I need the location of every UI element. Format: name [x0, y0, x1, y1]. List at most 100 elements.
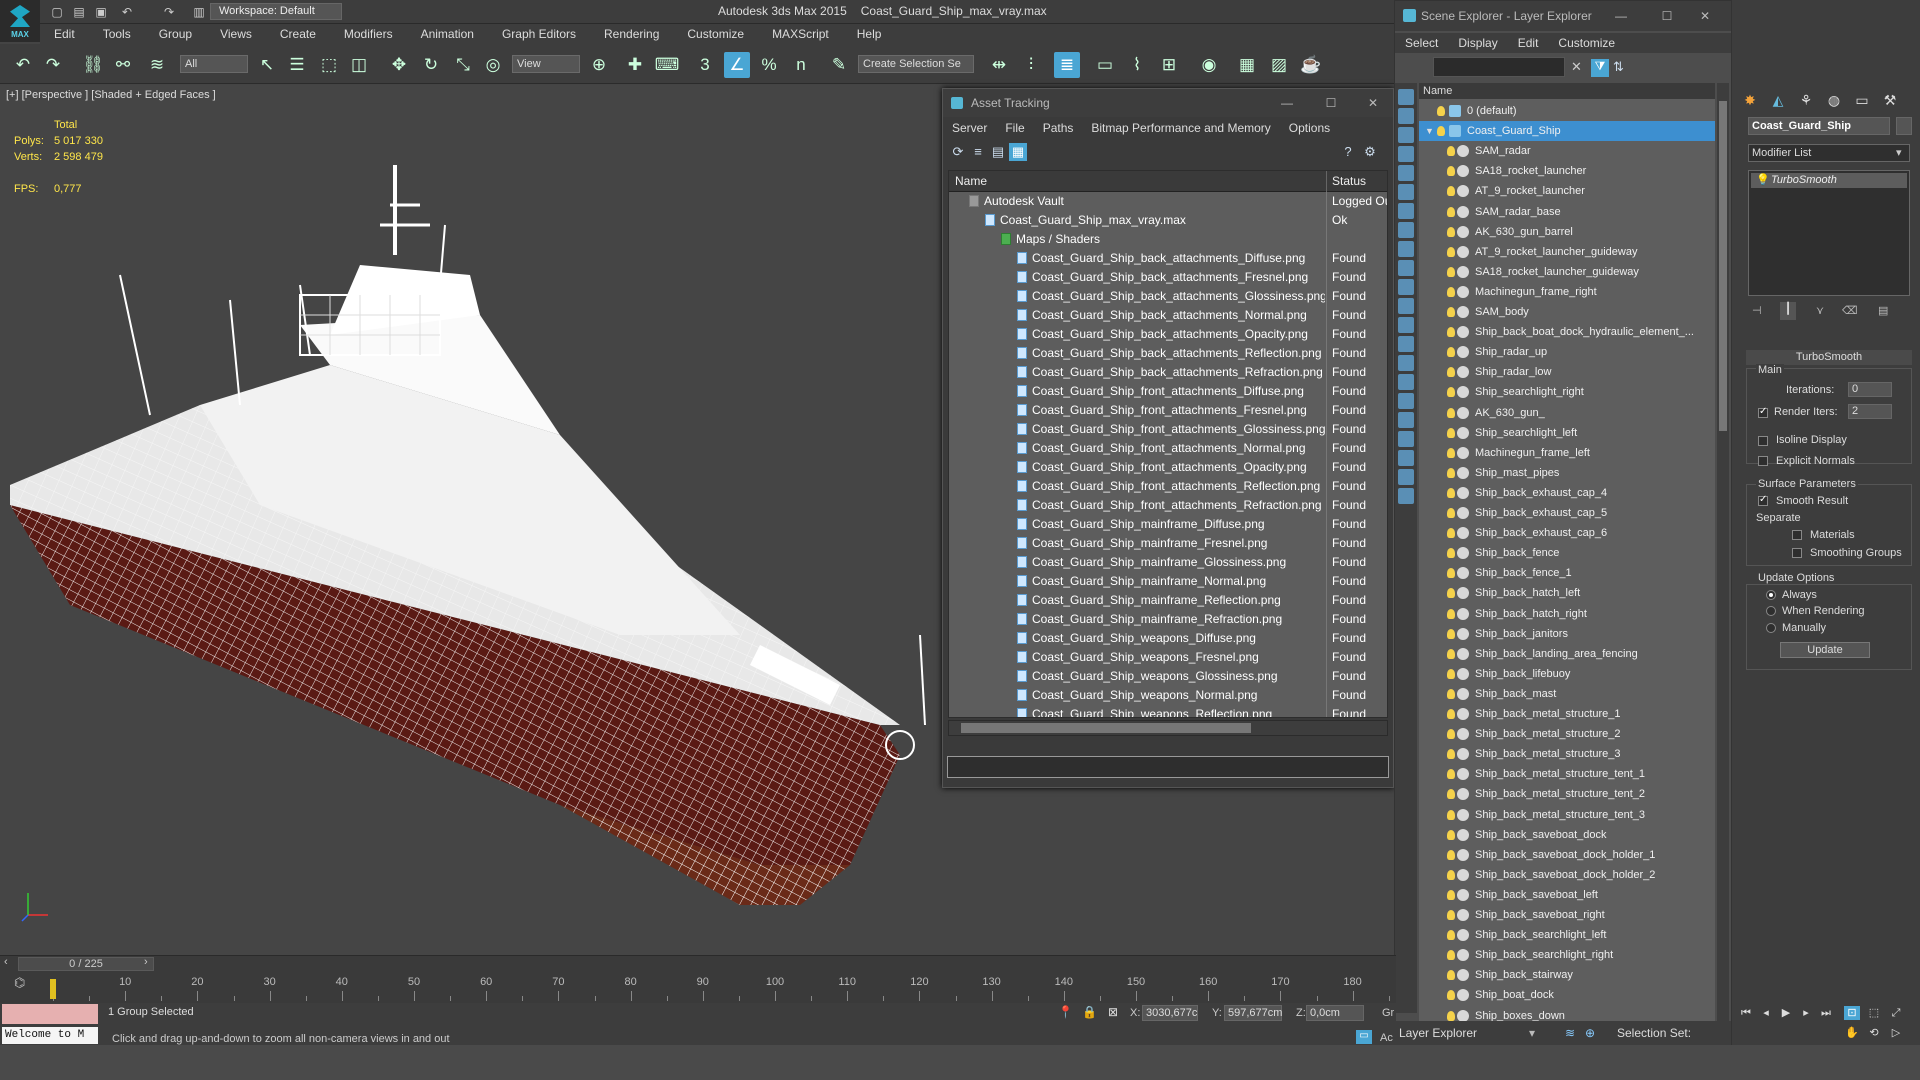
visibility-bulb-icon[interactable]: [1447, 427, 1455, 438]
remove-modifier-icon[interactable]: ⌫: [1842, 304, 1858, 317]
layers-icon[interactable]: ≋: [1565, 1021, 1575, 1045]
asset-row[interactable]: Coast_Guard_Ship_weapons_Glossiness.png F…: [949, 667, 1387, 686]
menu-help[interactable]: Help: [843, 24, 896, 44]
previous-frame-icon[interactable]: ◂: [1758, 1006, 1774, 1020]
render-iters-spinner[interactable]: 2: [1848, 404, 1892, 419]
visibility-bulb-icon[interactable]: [1447, 226, 1455, 237]
menu-select[interactable]: Select: [1395, 33, 1448, 53]
asset-row[interactable]: Coast_Guard_Ship_back_attachments_Fresne…: [949, 268, 1387, 287]
visibility-bulb-icon[interactable]: [1447, 729, 1455, 740]
col-name-header[interactable]: Name: [955, 174, 987, 188]
visibility-bulb-icon[interactable]: [1447, 548, 1455, 559]
layer-tree-item[interactable]: AT_9_rocket_launcher: [1419, 181, 1715, 201]
layer-explorer-icon[interactable]: ≣: [1054, 52, 1080, 78]
object-color-swatch[interactable]: [1896, 117, 1912, 135]
thumbnail-view-icon[interactable]: ▤: [989, 143, 1007, 161]
scene-close-button[interactable]: ✕: [1695, 1, 1715, 31]
menu-rendering[interactable]: Rendering: [590, 24, 673, 44]
layer-tree-item[interactable]: Ship_back_stairway: [1419, 965, 1715, 985]
layer-tree-item[interactable]: Ship_back_boat_dock_hydraulic_element_..…: [1419, 322, 1715, 342]
prev-frame-arrow-icon[interactable]: ‹: [4, 956, 8, 968]
table-view-icon[interactable]: ▦: [1009, 143, 1027, 161]
go-to-start-icon[interactable]: ⏮: [1738, 1006, 1754, 1020]
layer-tree-item[interactable]: Ship_radar_up: [1419, 342, 1715, 362]
layer-tree-item[interactable]: Ship_back_searchlight_left: [1419, 925, 1715, 945]
explicit-normals-checkbox[interactable]: [1758, 456, 1768, 466]
visibility-bulb-icon[interactable]: [1447, 186, 1455, 197]
menu-create[interactable]: Create: [266, 24, 330, 44]
render-iters-checkbox[interactable]: [1758, 406, 1768, 418]
display-filter-icon[interactable]: [1398, 222, 1414, 238]
layer-tree-item[interactable]: AT_9_rocket_launcher_guideway: [1419, 242, 1715, 262]
layer-tree-item[interactable]: Ship_searchlight_right: [1419, 382, 1715, 402]
menu-display[interactable]: Display: [1448, 33, 1507, 53]
layer-tree-item[interactable]: 0 (default): [1419, 101, 1715, 121]
layer-tree-item[interactable]: Ship_mast_pipes: [1419, 463, 1715, 483]
display-filter-icon[interactable]: [1398, 450, 1414, 466]
display-filter-icon[interactable]: [1398, 146, 1414, 162]
display-filter-icon[interactable]: [1398, 336, 1414, 352]
visibility-bulb-icon[interactable]: [1447, 487, 1455, 498]
mini-curve-editor-icon[interactable]: ⌬: [14, 975, 25, 991]
asset-row[interactable]: Coast_Guard_Ship_front_attachments_Gloss…: [949, 420, 1387, 439]
add-time-tag-icon[interactable]: ▭: [1356, 1030, 1372, 1044]
display-filter-icon[interactable]: [1398, 355, 1414, 371]
layer-tree-item[interactable]: Machinegun_frame_left: [1419, 443, 1715, 463]
add-layer-icon[interactable]: ⊕: [1585, 1021, 1595, 1045]
next-frame-arrow-icon[interactable]: ›: [144, 956, 148, 968]
iterations-spinner[interactable]: 0: [1848, 382, 1892, 397]
menu-graph-editors[interactable]: Graph Editors: [488, 24, 590, 44]
layer-tree-item[interactable]: AK_630_gun_: [1419, 403, 1715, 423]
asset-row[interactable]: Coast_Guard_Ship_weapons_Diffuse.png Foun…: [949, 629, 1387, 648]
tree-column-header[interactable]: Name: [1419, 83, 1715, 99]
select-object-icon[interactable]: ↖: [254, 52, 280, 78]
display-filter-icon[interactable]: [1398, 89, 1414, 105]
redo-icon[interactable]: ↷: [40, 52, 66, 78]
visibility-bulb-icon[interactable]: [1447, 467, 1455, 478]
display-filter-icon[interactable]: [1398, 317, 1414, 333]
visibility-bulb-icon[interactable]: [1447, 407, 1455, 418]
display-filter-icon[interactable]: [1398, 203, 1414, 219]
place-icon[interactable]: ◎: [480, 52, 506, 78]
menu-animation[interactable]: Animation: [407, 24, 488, 44]
visibility-bulb-icon[interactable]: [1447, 327, 1455, 338]
bind-space-warp-icon[interactable]: ≋: [144, 52, 170, 78]
menu-customize[interactable]: Customize: [673, 24, 758, 44]
layer-tree-item[interactable]: Ship_back_searchlight_right: [1419, 945, 1715, 965]
visibility-bulb-icon[interactable]: [1447, 769, 1455, 780]
list-view-icon[interactable]: ≡: [969, 143, 987, 161]
unlink-icon[interactable]: ⚯: [110, 52, 136, 78]
visibility-bulb-icon[interactable]: [1447, 628, 1455, 639]
layer-sort-icon[interactable]: ⇅: [1613, 59, 1624, 75]
update-button[interactable]: Update: [1780, 642, 1870, 658]
angle-snap-icon[interactable]: ∠: [724, 52, 750, 78]
select-by-name-icon[interactable]: ☰: [284, 52, 310, 78]
render-icon[interactable]: ☕: [1298, 52, 1324, 78]
chevron-down-icon[interactable]: ▾: [1529, 1021, 1535, 1045]
layer-tree-item[interactable]: Ship_back_metal_structure_1: [1419, 704, 1715, 724]
viewport-label[interactable]: [+] [Perspective ] [Shaded + Edged Faces…: [6, 89, 216, 101]
move-icon[interactable]: ✥: [386, 52, 412, 78]
display-tab-icon[interactable]: ▭: [1852, 90, 1872, 110]
selection-filter-dropdown[interactable]: All: [180, 55, 248, 73]
layer-tree-item[interactable]: Ship_back_metal_structure_tent_1: [1419, 764, 1715, 784]
asset-row[interactable]: Coast_Guard_Ship_back_attachments_Glossi…: [949, 287, 1387, 306]
new-file-icon[interactable]: ▢: [48, 3, 66, 21]
app-logo[interactable]: MAX: [0, 0, 40, 42]
track-bar[interactable]: 10 20 30 40 50 60 70 80 90 100 110 120 130 140 150 160 1…: [0, 971, 1396, 1003]
pan-icon[interactable]: ✋: [1844, 1026, 1860, 1040]
scale-icon[interactable]: ⤡: [450, 52, 476, 78]
asset-row[interactable]: Coast_Guard_Ship_front_attachments_Diffu…: [949, 382, 1387, 401]
render-setup-icon[interactable]: ▦: [1234, 52, 1260, 78]
layer-tree-item[interactable]: SAM_body: [1419, 302, 1715, 322]
pivot-center-icon[interactable]: ⊕: [586, 52, 612, 78]
menu-options[interactable]: Options: [1280, 119, 1339, 137]
isolate-selection-icon[interactable]: 📍: [1058, 1005, 1073, 1019]
asset-row[interactable]: Maps / Shaders: [949, 230, 1387, 249]
display-filter-icon[interactable]: [1398, 260, 1414, 276]
smooth-result-checkbox[interactable]: [1758, 494, 1768, 506]
layer-tree-item[interactable]: AK_630_gun_barrel: [1419, 222, 1715, 242]
layer-tree-item[interactable]: SA18_rocket_launcher: [1419, 161, 1715, 181]
menu-paths[interactable]: Paths: [1034, 119, 1083, 137]
options-icon[interactable]: ⚙: [1361, 143, 1379, 161]
